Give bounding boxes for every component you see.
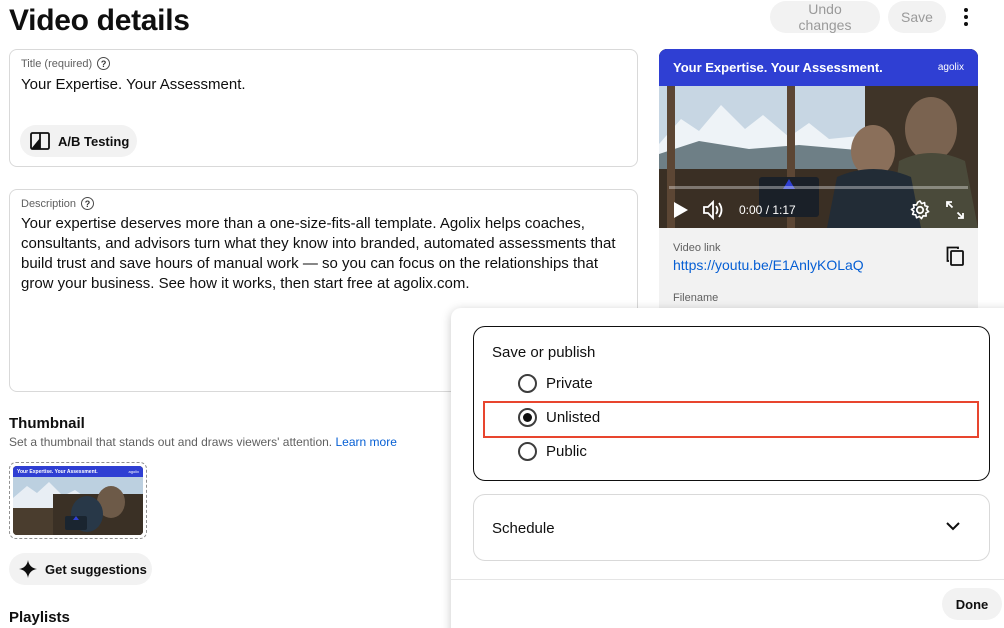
video-link[interactable]: https://youtu.be/E1AnlyKOLaQ <box>673 257 964 273</box>
done-button[interactable]: Done <box>942 588 1002 620</box>
thumbnail-banner-title: Your Expertise. Your Assessment. <box>17 468 98 475</box>
description-input[interactable]: Your expertise deserves more than a one-… <box>21 214 621 294</box>
save-or-publish-section: Save or publish Private Unlisted Public <box>473 326 990 481</box>
video-info: Video link https://youtu.be/E1AnlyKOLaQ … <box>659 228 978 304</box>
radio-unlisted[interactable]: Unlisted <box>518 408 600 427</box>
get-suggestions-button[interactable]: Get suggestions <box>9 553 152 585</box>
radio-private[interactable]: Private <box>518 374 593 393</box>
radio-public[interactable]: Public <box>518 442 587 461</box>
radio-button[interactable] <box>518 442 537 461</box>
volume-icon[interactable] <box>703 200 725 220</box>
top-actions: Undo changes Save <box>770 1 978 33</box>
video-banner: Your Expertise. Your Assessment. agolix <box>659 49 978 86</box>
play-icon[interactable] <box>673 201 689 219</box>
thumbnail-heading: Thumbnail <box>9 415 85 432</box>
ab-testing-icon <box>30 132 50 150</box>
title-label: Title (required) <box>21 57 93 70</box>
popup-divider <box>451 579 1004 580</box>
radio-selected-dot <box>523 413 532 422</box>
video-controls: 0:00 / 1:17 <box>659 192 978 228</box>
ab-testing-label: A/B Testing <box>58 133 130 149</box>
video-link-label: Video link <box>673 242 721 254</box>
video-progress-bar[interactable] <box>669 186 968 189</box>
title-field[interactable]: Title (required) ? Your Expertise. Your … <box>9 49 638 167</box>
video-banner-logo: agolix <box>937 62 964 73</box>
thumbnail-subtitle: Set a thumbnail that stands out and draw… <box>9 435 397 449</box>
save-or-publish-heading: Save or publish <box>492 344 596 361</box>
radio-private-label: Private <box>546 375 593 392</box>
gear-icon[interactable] <box>910 200 930 220</box>
learn-more-link[interactable]: Learn more <box>336 435 397 449</box>
video-preview-card: Your Expertise. Your Assessment. agolix … <box>659 49 978 309</box>
thumbnail-banner: Your Expertise. Your Assessment. agolix <box>13 466 143 477</box>
help-icon[interactable]: ? <box>81 197 95 210</box>
title-input[interactable]: Your Expertise. Your Assessment. <box>21 76 246 93</box>
help-icon[interactable]: ? <box>97 57 111 70</box>
radio-button[interactable] <box>518 374 537 393</box>
sparkle-icon <box>19 560 37 578</box>
ab-testing-button[interactable]: A/B Testing <box>20 125 137 157</box>
schedule-section[interactable]: Schedule <box>473 494 990 561</box>
thumbnail-subtitle-text: Set a thumbnail that stands out and draw… <box>9 435 333 449</box>
get-suggestions-label: Get suggestions <box>45 561 147 577</box>
radio-public-label: Public <box>546 443 587 460</box>
more-options-icon[interactable] <box>954 1 978 33</box>
undo-changes-button[interactable]: Undo changes <box>770 1 880 33</box>
filename-label: Filename <box>673 292 719 304</box>
thumbnail-option[interactable]: Your Expertise. Your Assessment. agolix <box>9 462 147 539</box>
copy-icon[interactable] <box>946 246 964 266</box>
title-label-row: Title (required) ? <box>21 57 111 70</box>
description-label: Description <box>21 197 77 210</box>
visibility-popup: Save or publish Private Unlisted Public … <box>451 308 1004 628</box>
radio-button-selected[interactable] <box>518 408 537 427</box>
radio-unlisted-label: Unlisted <box>546 409 601 426</box>
thumbnail-image: Your Expertise. Your Assessment. agolix <box>13 466 143 535</box>
description-label-row: Description ? <box>21 197 95 210</box>
playlists-heading: Playlists <box>9 609 70 626</box>
video-time: 0:00 / 1:17 <box>739 203 796 217</box>
fullscreen-icon[interactable] <box>946 201 964 219</box>
video-controls-right <box>910 200 964 220</box>
schedule-label: Schedule <box>492 520 555 537</box>
save-button[interactable]: Save <box>888 1 946 33</box>
video-player[interactable]: Your Expertise. Your Assessment. agolix … <box>659 49 978 228</box>
chevron-down-icon[interactable] <box>945 521 961 531</box>
video-banner-title: Your Expertise. Your Assessment. <box>673 60 883 75</box>
page-title: Video details <box>9 4 190 37</box>
thumbnail-banner-logo: agolix <box>128 469 139 474</box>
